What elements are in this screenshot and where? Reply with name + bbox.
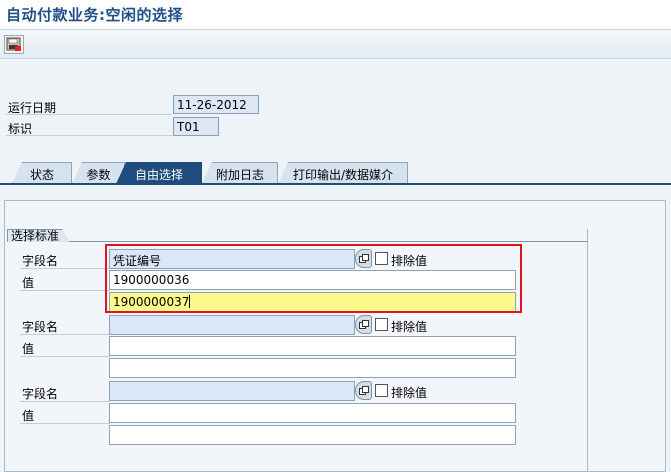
value-label-1: 值 — [22, 276, 35, 290]
identification-separator — [6, 135, 172, 136]
save-variant-icon — [6, 37, 21, 51]
title-bar: 自动付款业务:空闲的选择 — [0, 0, 671, 30]
value-input-3a[interactable] — [109, 403, 516, 423]
group-frame-right — [587, 229, 588, 472]
selection-criteria-title: 选择标准 — [7, 229, 70, 242]
identification-field[interactable]: T01 — [173, 117, 219, 136]
save-variant-button[interactable] — [4, 35, 24, 54]
value-separator-2 — [20, 356, 110, 357]
value-help-icon — [359, 386, 369, 395]
field-name-label-2: 字段名 — [22, 320, 59, 334]
field-name-label-1: 字段名 — [22, 254, 59, 268]
run-date-field[interactable]: 11-26-2012 — [173, 95, 259, 114]
tab-status[interactable]: 状态 — [12, 162, 72, 184]
field-name-help-button-2[interactable] — [355, 315, 372, 334]
field-name-help-button-3[interactable] — [355, 381, 372, 400]
field-name-input-2[interactable] — [109, 315, 355, 335]
value-input-3b[interactable] — [109, 425, 516, 445]
value-help-icon — [359, 320, 369, 329]
exclude-label-3: 排除值 — [391, 386, 428, 400]
tab-printout-data-medium[interactable]: 打印输出/数据媒介 — [278, 162, 408, 184]
field-name-input-3[interactable] — [109, 381, 355, 401]
field-name-label-3: 字段名 — [22, 387, 59, 401]
field-name-separator-1 — [20, 268, 110, 269]
value-label-2: 值 — [22, 342, 35, 356]
exclude-checkbox-3[interactable] — [375, 384, 388, 397]
group-frame-top — [7, 241, 588, 242]
tab-parameters[interactable]: 参数 — [72, 162, 125, 184]
tab-free-selection[interactable]: 自由选择 — [116, 162, 202, 184]
value-separator-1 — [20, 290, 110, 291]
field-name-separator-2 — [20, 334, 110, 335]
window-title: 自动付款业务:空闲的选择 — [6, 6, 183, 24]
highlight-box — [105, 244, 522, 313]
value-input-2a[interactable] — [109, 336, 516, 356]
field-name-separator-3 — [20, 401, 110, 402]
application-toolbar — [0, 31, 671, 59]
tab-strip: 状态 参数 自由选择 附加日志 打印输出/数据媒介 — [0, 162, 671, 184]
value-label-3: 值 — [22, 409, 35, 423]
run-date-separator — [6, 114, 172, 115]
tab-additional-log[interactable]: 附加日志 — [202, 162, 278, 184]
exclude-label-2: 排除值 — [391, 320, 428, 334]
exclude-checkbox-2[interactable] — [375, 318, 388, 331]
value-separator-3 — [20, 423, 110, 424]
value-input-2b[interactable] — [109, 358, 516, 378]
